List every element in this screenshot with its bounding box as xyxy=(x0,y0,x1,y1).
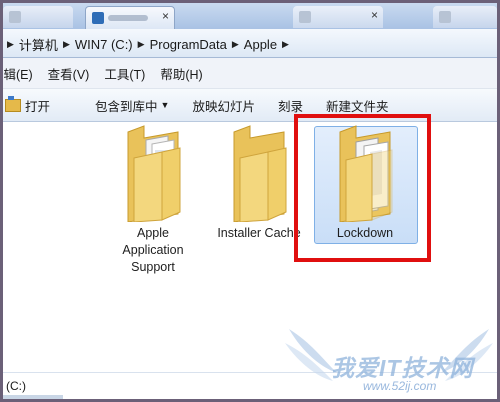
breadcrumb-programdata[interactable]: ProgramData xyxy=(150,37,227,52)
new-folder-label: 新建文件夹 xyxy=(325,99,389,114)
new-folder-button[interactable]: 新建文件夹 xyxy=(326,96,389,115)
watermark-title: 我爱IT技术网 xyxy=(331,355,474,381)
breadcrumb: ▶ 计算机 ▶ WIN7 (C:) ▶ ProgramData ▶ Apple … xyxy=(7,35,289,54)
address-bar[interactable]: ▶ 计算机 ▶ WIN7 (C:) ▶ ProgramData ▶ Apple … xyxy=(3,29,497,58)
chevron-right-icon[interactable]: ▶ xyxy=(63,39,70,50)
folder-with-documents-icon xyxy=(127,125,181,222)
slideshow-button[interactable]: 放映幻灯片 xyxy=(192,96,255,115)
watermark-url: www.52ij.com xyxy=(363,379,437,393)
slideshow-label: 放映幻灯片 xyxy=(192,99,255,114)
tab-favicon-icon xyxy=(92,12,104,24)
chevron-right-icon[interactable]: ▶ xyxy=(282,39,289,50)
horizontal-scrollbar[interactable] xyxy=(3,395,63,399)
menu-help[interactable]: 帮助(H) xyxy=(160,64,202,83)
chevron-right-icon[interactable]: ▶ xyxy=(7,39,14,50)
breadcrumb-drive[interactable]: WIN7 (C:) xyxy=(75,37,133,52)
menu-view[interactable]: 查看(V) xyxy=(48,64,90,83)
breadcrumb-computer[interactable]: 计算机 xyxy=(19,35,58,54)
tab-2[interactable]: × xyxy=(85,6,175,29)
include-library-label: 包含到库中 xyxy=(95,99,158,114)
menu-edit[interactable]: 编辑(E) xyxy=(3,64,33,83)
tab-title-blurred xyxy=(108,15,148,21)
burn-button[interactable]: 刻录 xyxy=(278,96,303,115)
folder-apple-application-support[interactable]: Apple Application Support xyxy=(103,124,203,276)
folder-icon xyxy=(233,125,287,222)
watermark: 我爱IT技术网 www.52ij.com xyxy=(281,323,497,399)
tab-3[interactable]: × xyxy=(293,6,383,28)
tab-favicon-icon xyxy=(9,11,21,23)
dropdown-arrow-icon: ▼ xyxy=(160,100,170,110)
tab-favicon-icon xyxy=(439,11,451,23)
open-button[interactable]: 打开 xyxy=(5,95,51,115)
tab-1[interactable] xyxy=(3,6,73,28)
red-highlight-annotation xyxy=(294,114,431,262)
tab-4[interactable] xyxy=(433,6,497,28)
open-folder-icon xyxy=(5,95,21,112)
open-label: 打开 xyxy=(25,99,51,114)
explorer-window: × × ▶ 计算机 ▶ WIN7 (C:) ▶ ProgramData ▶ Ap… xyxy=(0,0,500,402)
folder-label: Apple Application Support xyxy=(122,226,184,274)
close-tab-icon[interactable]: × xyxy=(371,8,378,22)
menu-bar: 编辑(E) 查看(V) 工具(T) 帮助(H) xyxy=(3,58,497,89)
tab-strip: × × xyxy=(3,3,497,29)
breadcrumb-apple[interactable]: Apple xyxy=(244,37,277,52)
close-tab-icon[interactable]: × xyxy=(162,9,169,23)
burn-label: 刻录 xyxy=(277,99,303,114)
include-in-library-button[interactable]: 包含到库中 ▼ xyxy=(95,96,169,115)
chevron-right-icon[interactable]: ▶ xyxy=(138,39,145,50)
menu-tools[interactable]: 工具(T) xyxy=(104,64,145,83)
drive-item[interactable]: (C:) xyxy=(6,379,26,393)
tab-favicon-icon xyxy=(299,11,311,23)
chevron-right-icon[interactable]: ▶ xyxy=(232,39,239,50)
